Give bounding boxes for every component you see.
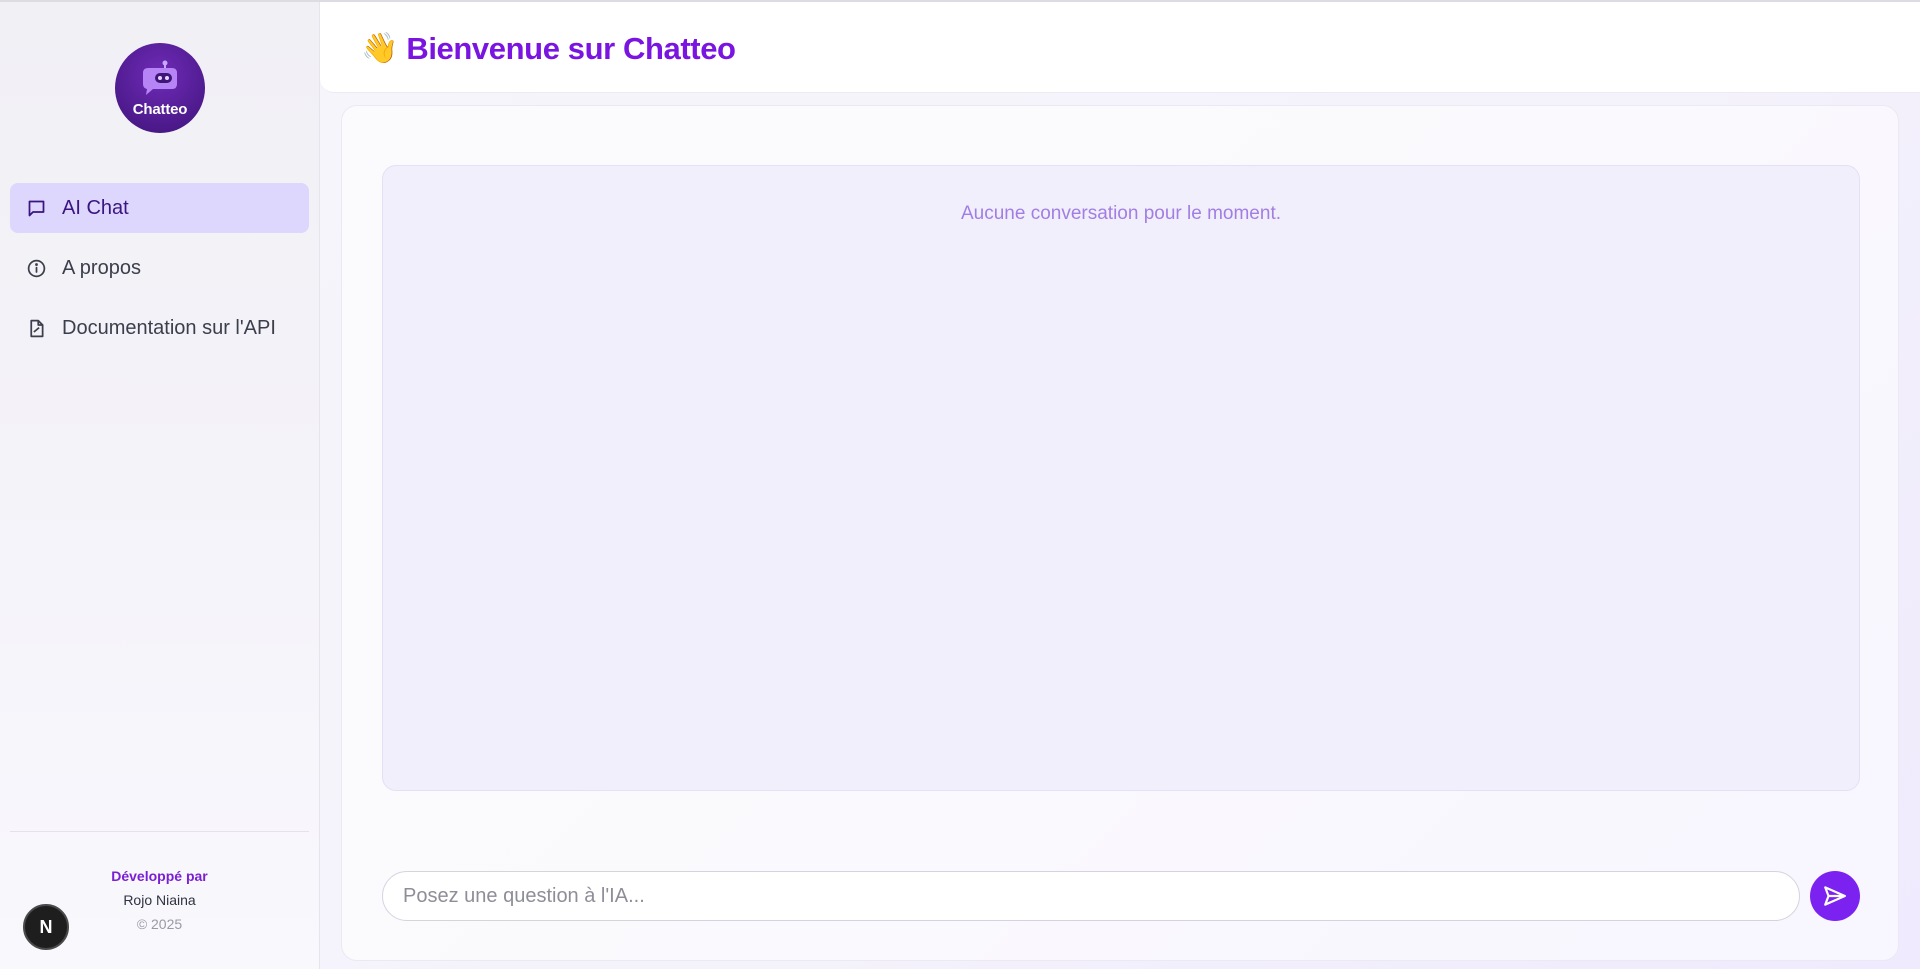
sidebar-divider [10, 831, 309, 832]
chatteo-logo[interactable]: Chatteo [115, 43, 205, 133]
sidebar-item-a-propos[interactable]: A propos [10, 243, 309, 293]
conversation-area: Aucune conversation pour le moment. [382, 165, 1860, 791]
sidebar-nav: AI Chat A propos Documentation sur l'API [10, 183, 309, 363]
sidebar-item-label: Documentation sur l'API [62, 316, 276, 339]
sidebar-item-label: A propos [62, 256, 141, 279]
info-icon [25, 257, 47, 279]
page-title-text: Bienvenue sur Chatteo [406, 31, 736, 66]
chat-bubble-icon [25, 197, 47, 219]
sidebar-item-documentation-api[interactable]: Documentation sur l'API [10, 303, 309, 353]
empty-conversation-message: Aucune conversation pour le moment. [960, 203, 1281, 224]
nextjs-badge-letter: N [39, 916, 53, 937]
waving-hand-icon: 👋 [361, 32, 399, 65]
sidebar-item-ai-chat[interactable]: AI Chat [10, 183, 309, 233]
send-icon [1824, 886, 1846, 906]
chat-input[interactable] [382, 871, 1800, 921]
send-button[interactable] [1810, 871, 1860, 921]
page-title: 👋 Bienvenue sur Chatteo [361, 29, 736, 69]
logo-text: Chatteo [132, 100, 188, 118]
credit-developed-by: Développé par [111, 868, 208, 884]
nextjs-dev-badge[interactable]: N [23, 904, 69, 950]
app-root: Chatteo AI Chat A propos Documentation s… [0, 0, 1920, 969]
robot-chat-icon [143, 60, 177, 95]
page-header: 👋 Bienvenue sur Chatteo [320, 2, 1920, 93]
sidebar-item-label: AI Chat [62, 196, 129, 219]
document-icon [25, 317, 47, 339]
chat-panel: Aucune conversation pour le moment. [341, 105, 1899, 961]
sidebar: Chatteo AI Chat A propos Documentation s… [0, 2, 320, 969]
